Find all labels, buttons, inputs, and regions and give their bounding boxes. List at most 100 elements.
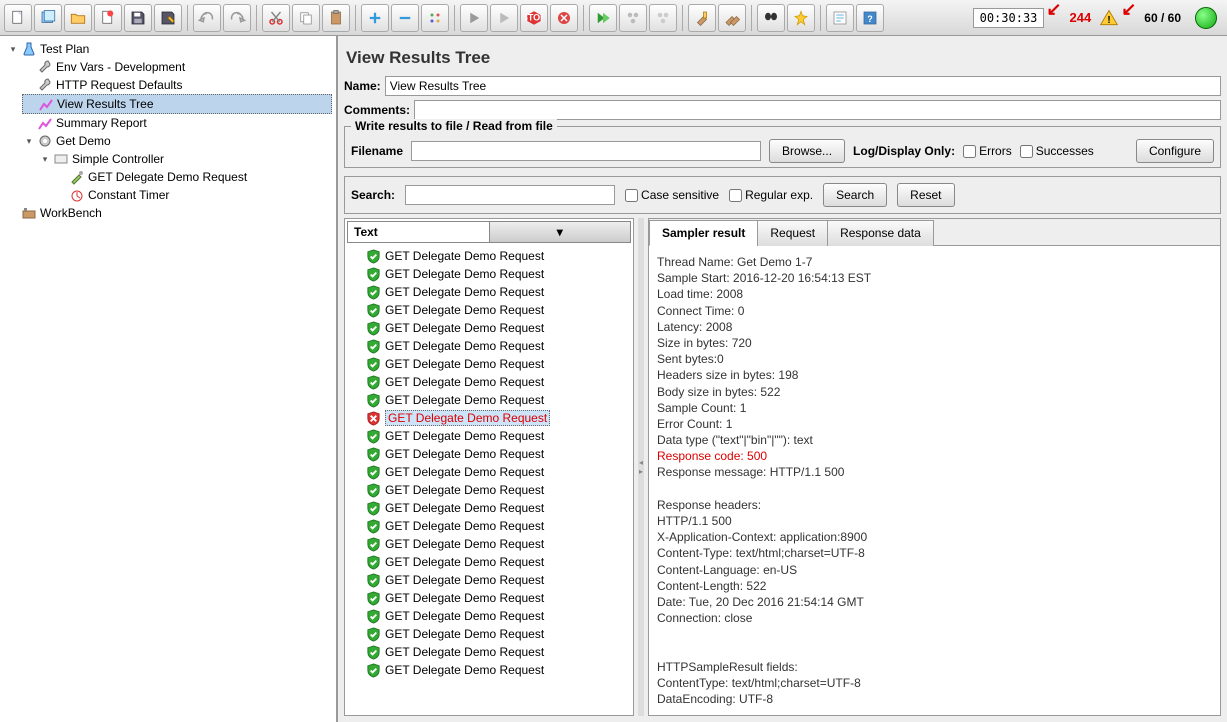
test-plan-tree[interactable]: ▾ Test Plan Env Vars - Development HTTP …	[0, 36, 338, 722]
result-item[interactable]: GET Delegate Demo Request	[347, 607, 631, 625]
filename-input[interactable]	[411, 141, 761, 161]
result-item[interactable]: GET Delegate Demo Request	[347, 283, 631, 301]
tree-simple-controller[interactable]: ▾Simple Controller	[38, 150, 332, 168]
clear-all-button[interactable]	[718, 4, 746, 32]
tree-label: View Results Tree	[57, 97, 154, 111]
tab-sampler-result[interactable]: Sampler result	[649, 220, 758, 246]
tab-response-data[interactable]: Response data	[827, 220, 934, 246]
result-item[interactable]: GET Delegate Demo Request	[347, 373, 631, 391]
result-item[interactable]: GET Delegate Demo Request	[347, 553, 631, 571]
tree-constant-timer[interactable]: Constant Timer	[54, 186, 332, 204]
browse-button[interactable]: Browse...	[769, 139, 845, 163]
workbench-icon	[21, 205, 37, 221]
save-button[interactable]	[124, 4, 152, 32]
remote-stop-all-button[interactable]	[649, 4, 677, 32]
comments-input[interactable]	[414, 100, 1221, 120]
start-remote-button[interactable]	[589, 4, 617, 32]
result-item[interactable]: GET Delegate Demo Request	[347, 589, 631, 607]
checkbox-label: Errors	[979, 144, 1012, 158]
paste-button[interactable]	[322, 4, 350, 32]
tab-request[interactable]: Request	[757, 220, 828, 246]
success-shield-icon	[365, 662, 381, 678]
tree-view-results[interactable]: View Results Tree	[22, 94, 332, 114]
renderer-dropdown[interactable]: Text ▾	[347, 221, 631, 243]
result-item[interactable]: GET Delegate Demo Request	[347, 625, 631, 643]
success-shield-icon	[365, 554, 381, 570]
open-button[interactable]	[64, 4, 92, 32]
stop-button[interactable]: STOP	[520, 4, 548, 32]
result-item[interactable]: GET Delegate Demo Request	[347, 535, 631, 553]
result-item[interactable]: GET Delegate Demo Request	[347, 265, 631, 283]
redo-button[interactable]	[223, 4, 251, 32]
result-item[interactable]: GET Delegate Demo Request	[347, 319, 631, 337]
templates-button[interactable]	[34, 4, 62, 32]
search-input[interactable]	[405, 185, 615, 205]
toggle-button[interactable]	[421, 4, 449, 32]
success-shield-icon	[365, 590, 381, 606]
result-item[interactable]: GET Delegate Demo Request	[347, 355, 631, 373]
tree-workbench[interactable]: WorkBench	[6, 204, 332, 222]
search-tree-button[interactable]	[757, 4, 785, 32]
start-no-timers-button[interactable]	[490, 4, 518, 32]
tree-toggle-icon[interactable]: ▾	[24, 136, 34, 146]
reset-button[interactable]: Reset	[897, 183, 954, 207]
case-sensitive-checkbox[interactable]: Case sensitive	[625, 188, 719, 202]
tree-summary-report[interactable]: Summary Report	[22, 114, 332, 132]
result-item[interactable]: GET Delegate Demo Request	[347, 247, 631, 265]
clear-button[interactable]	[688, 4, 716, 32]
copy-button[interactable]	[292, 4, 320, 32]
result-item-label: GET Delegate Demo Request	[385, 555, 544, 569]
tree-get-delegate-request[interactable]: GET Delegate Demo Request	[54, 168, 332, 186]
result-item[interactable]: GET Delegate Demo Request	[347, 409, 631, 427]
regex-checkbox[interactable]: Regular exp.	[729, 188, 813, 202]
result-item[interactable]: GET Delegate Demo Request	[347, 481, 631, 499]
search-button[interactable]: Search	[823, 183, 887, 207]
cut-button[interactable]	[262, 4, 290, 32]
undo-button[interactable]	[193, 4, 221, 32]
function-helper-button[interactable]	[826, 4, 854, 32]
result-item[interactable]: GET Delegate Demo Request	[347, 499, 631, 517]
errors-checkbox[interactable]: Errors	[963, 144, 1012, 158]
warning-icon[interactable]: !	[1099, 8, 1119, 28]
new-file-button[interactable]	[4, 4, 32, 32]
start-button[interactable]	[460, 4, 488, 32]
success-shield-icon	[365, 338, 381, 354]
result-item[interactable]: GET Delegate Demo Request	[347, 337, 631, 355]
tree-get-demo[interactable]: ▾Get Demo	[22, 132, 332, 150]
success-shield-icon	[365, 446, 381, 462]
tree-toggle-icon[interactable]: ▾	[8, 44, 18, 54]
tree-http-defaults[interactable]: HTTP Request Defaults	[22, 76, 332, 94]
shutdown-button[interactable]	[550, 4, 578, 32]
splitter-handle[interactable]: ◂▸	[638, 218, 644, 716]
result-item[interactable]: GET Delegate Demo Request	[347, 571, 631, 589]
result-item-label: GET Delegate Demo Request	[385, 321, 544, 335]
result-item[interactable]: GET Delegate Demo Request	[347, 661, 631, 679]
save-as-button[interactable]	[154, 4, 182, 32]
close-button[interactable]	[94, 4, 122, 32]
result-item[interactable]: GET Delegate Demo Request	[347, 463, 631, 481]
result-item[interactable]: GET Delegate Demo Request	[347, 445, 631, 463]
result-item[interactable]: GET Delegate Demo Request	[347, 391, 631, 409]
results-list-panel: Text ▾ GET Delegate Demo RequestGET Dele…	[344, 218, 634, 716]
checkbox-label: Case sensitive	[641, 188, 719, 202]
configure-button[interactable]: Configure	[1136, 139, 1214, 163]
reset-search-button[interactable]	[787, 4, 815, 32]
collapse-button[interactable]	[391, 4, 419, 32]
name-input[interactable]	[385, 76, 1221, 96]
help-button[interactable]: ?	[856, 4, 884, 32]
remote-start-all-button[interactable]	[619, 4, 647, 32]
tree-toggle-icon[interactable]: ▾	[40, 154, 50, 164]
tree-test-plan[interactable]: ▾ Test Plan	[6, 40, 332, 58]
result-item[interactable]: GET Delegate Demo Request	[347, 427, 631, 445]
successes-checkbox[interactable]: Successes	[1020, 144, 1094, 158]
result-item-label: GET Delegate Demo Request	[385, 285, 544, 299]
result-item[interactable]: GET Delegate Demo Request	[347, 643, 631, 661]
result-item[interactable]: GET Delegate Demo Request	[347, 301, 631, 319]
results-list[interactable]: GET Delegate Demo RequestGET Delegate De…	[345, 245, 633, 715]
expand-button[interactable]	[361, 4, 389, 32]
result-item[interactable]: GET Delegate Demo Request	[347, 517, 631, 535]
tree-env-vars[interactable]: Env Vars - Development	[22, 58, 332, 76]
chevron-down-icon[interactable]: ▾	[489, 222, 631, 242]
success-shield-icon	[365, 626, 381, 642]
sampler-result-text[interactable]: Thread Name: Get Demo 1-7 Sample Start: …	[649, 246, 1220, 715]
